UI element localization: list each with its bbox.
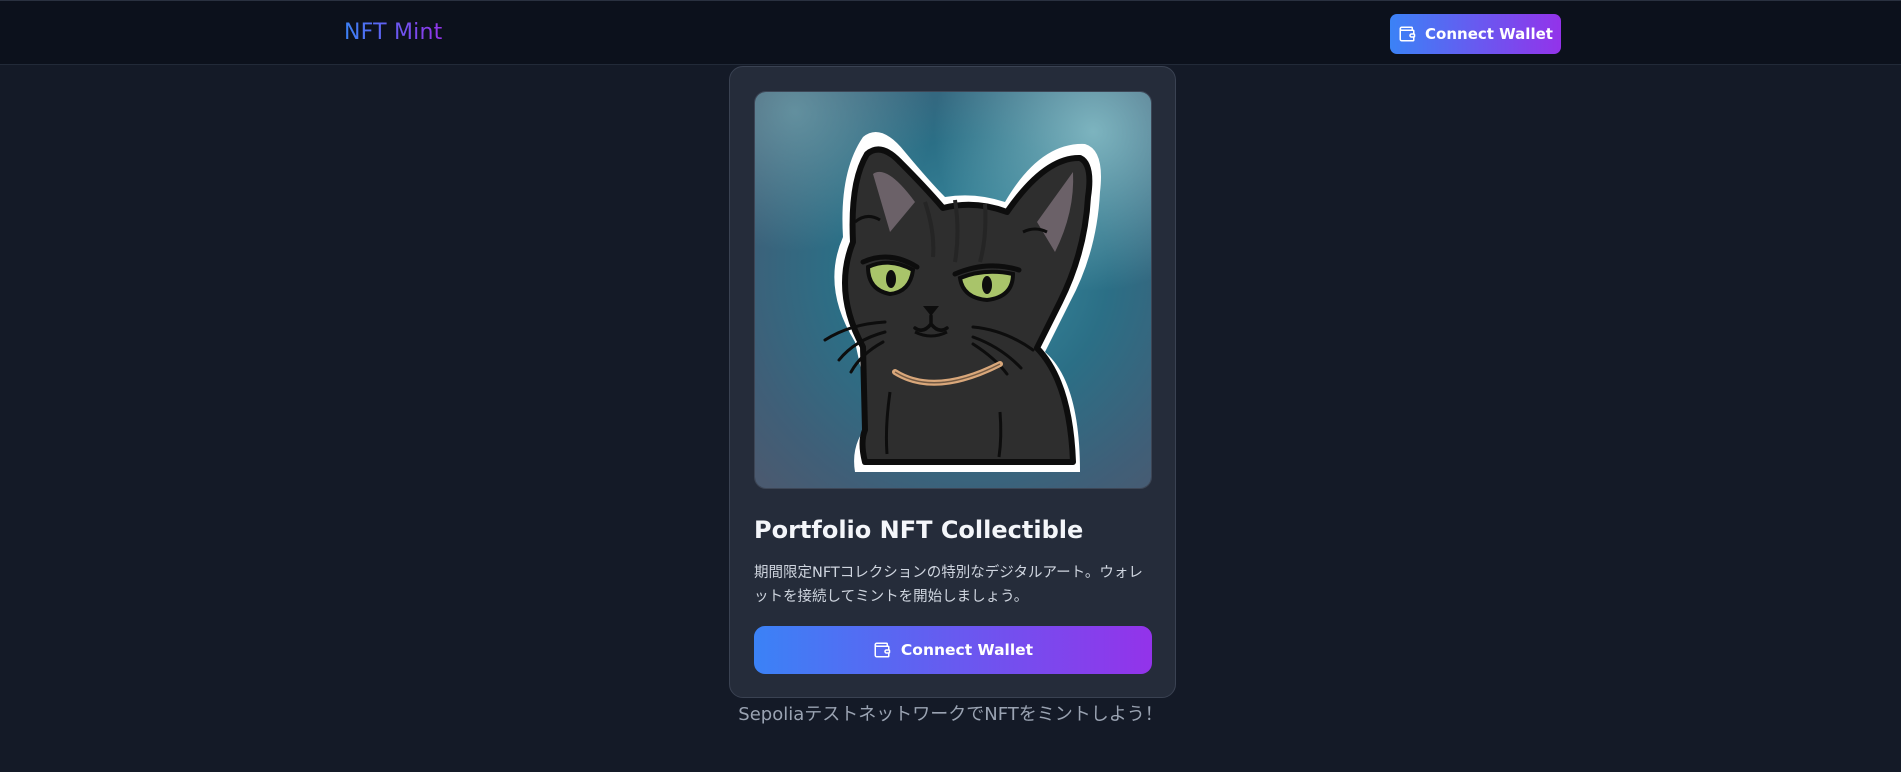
- nft-card: Portfolio NFT Collectible 期間限定NFTコレクションの…: [729, 66, 1176, 698]
- footer-tagline: SepoliaテストネットワークでNFTをミントしよう！: [738, 704, 1163, 725]
- card-connect-wallet-label: Connect Wallet: [900, 641, 1034, 659]
- top-navbar: NFT Mint Connect Wallet: [0, 0, 1901, 65]
- cat-illustration: [755, 92, 1151, 488]
- wallet-icon: [874, 642, 891, 658]
- wallet-icon: [1399, 26, 1416, 42]
- card-connect-wallet-button[interactable]: Connect Wallet: [754, 626, 1152, 674]
- nft-artwork-image: [754, 91, 1152, 489]
- header-connect-wallet-button[interactable]: Connect Wallet: [1390, 14, 1561, 54]
- header-connect-wallet-label: Connect Wallet: [1425, 25, 1553, 43]
- nft-title: Portfolio NFT Collectible: [754, 516, 1084, 544]
- brand-logo-text[interactable]: NFT Mint: [344, 20, 442, 45]
- nft-description: 期間限定NFTコレクションの特別なデジタルアート。ウォレットを接続してミントを開…: [754, 565, 1143, 605]
